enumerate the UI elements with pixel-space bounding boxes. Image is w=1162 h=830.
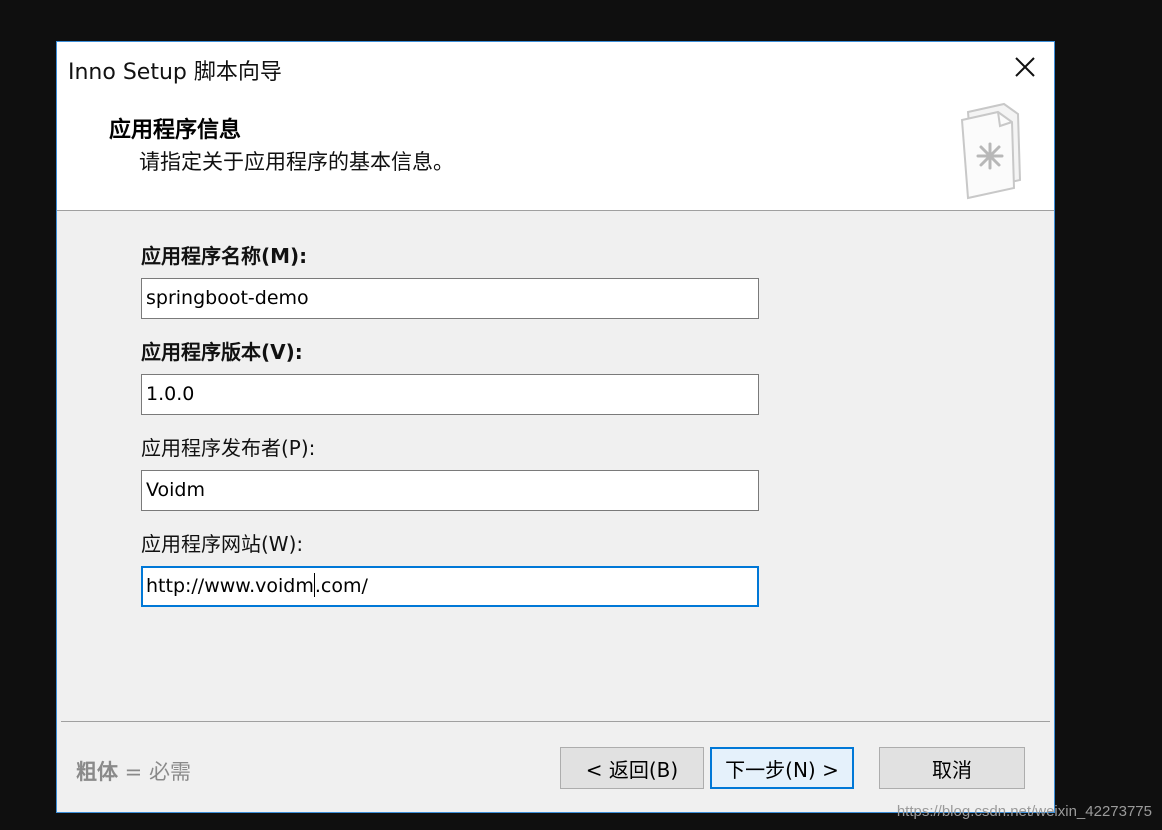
app-website-label: 应用程序网站(W): [141, 532, 304, 556]
app-name-input[interactable]: springboot-demo [141, 278, 759, 319]
page-header: 应用程序信息 请指定关于应用程序的基本信息。 [57, 92, 1054, 211]
title-bar: Inno Setup 脚本向导 [57, 42, 1054, 92]
window-title: Inno Setup 脚本向导 [68, 60, 282, 85]
footer-divider [61, 721, 1050, 722]
page-title: 应用程序信息 [109, 118, 242, 143]
app-version-label: 应用程序版本(V): [141, 340, 303, 364]
website-text-before-caret: http://www.voidm [146, 575, 314, 597]
next-button[interactable]: 下一步(N) > [710, 747, 854, 789]
cancel-button[interactable]: 取消 [879, 747, 1025, 789]
app-name-label: 应用程序名称(M): [141, 244, 308, 268]
website-text-after-caret: .com/ [314, 575, 368, 597]
app-publisher-input[interactable]: Voidm [141, 470, 759, 511]
document-star-icon [960, 102, 1022, 200]
required-legend: 粗体 = 必需 [76, 756, 191, 786]
back-button[interactable]: < 返回(B) [560, 747, 704, 789]
close-button[interactable] [1010, 52, 1040, 82]
wizard-window: Inno Setup 脚本向导 应用程序信息 请指定关于应用程序的基本信息。 应… [56, 41, 1055, 813]
watermark: https://blog.csdn.net/weixin_42273775 [896, 803, 1152, 820]
app-publisher-label: 应用程序发布者(P): [141, 436, 316, 460]
app-version-input[interactable]: 1.0.0 [141, 374, 759, 415]
page-subtitle: 请指定关于应用程序的基本信息。 [139, 150, 454, 174]
app-website-input[interactable]: http://www.voidm.com/ [141, 566, 759, 607]
close-icon [1015, 57, 1035, 77]
legend-rest-text: = 必需 [118, 760, 191, 784]
legend-bold-text: 粗体 [76, 760, 118, 784]
